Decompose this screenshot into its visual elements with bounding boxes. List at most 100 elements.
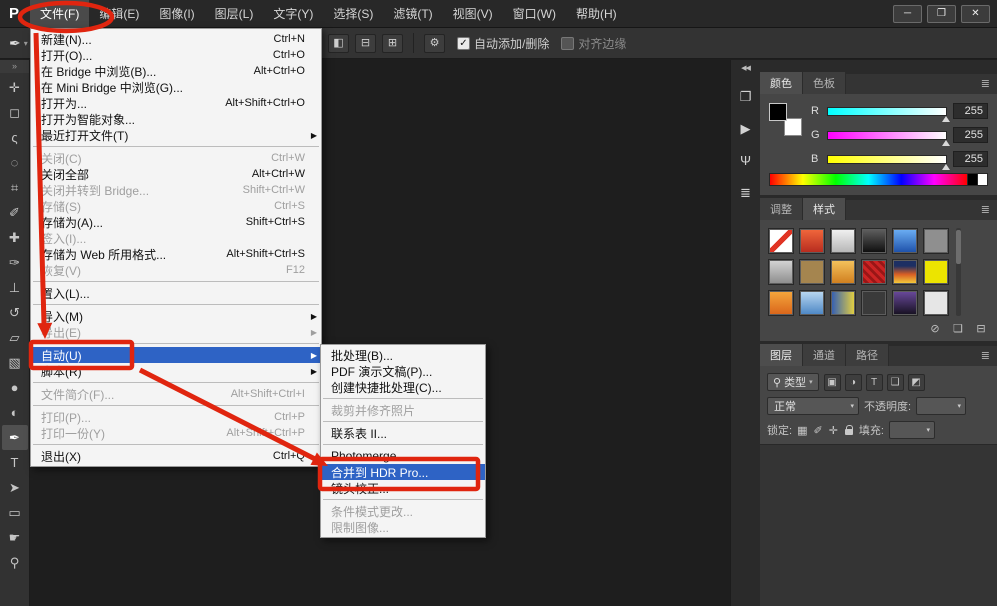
scrollbar-thumb[interactable] bbox=[956, 230, 961, 264]
file-menu-browse-in-mini-bridge[interactable]: 在 Mini Bridge 中浏览(G)... bbox=[31, 79, 321, 95]
tab-paths[interactable]: 路径 bbox=[846, 344, 889, 366]
spectrum-black-swatch[interactable] bbox=[968, 173, 978, 186]
file-menu-import[interactable]: 导入(M) ▶ bbox=[31, 308, 321, 324]
automate-photomerge[interactable]: Photomerge... bbox=[321, 448, 485, 464]
automate-create-droplet[interactable]: 创建快捷批处理(C)... bbox=[321, 379, 485, 395]
channel-value-B[interactable]: 255 bbox=[953, 151, 988, 167]
channel-slider-G[interactable] bbox=[827, 130, 950, 146]
layers-list[interactable] bbox=[760, 444, 997, 606]
file-menu-close-all[interactable]: 关闭全部 Alt+Ctrl+W bbox=[31, 166, 321, 182]
delete-style-icon[interactable]: ⊟ bbox=[974, 322, 988, 335]
filter-shape-layers-icon[interactable]: ❑ bbox=[886, 373, 904, 391]
menubar-item-help[interactable]: 帮助(H) bbox=[566, 0, 627, 28]
tab-styles[interactable]: 样式 bbox=[803, 198, 846, 220]
brush-presets-panel-icon[interactable]: Ψ bbox=[734, 150, 758, 172]
filter-adjustment-layers-icon[interactable]: ◑ bbox=[844, 373, 862, 391]
history-brush-tool[interactable]: ↺ bbox=[2, 300, 28, 325]
automate-batch[interactable]: 批处理(B)... bbox=[321, 347, 485, 363]
path-operations-icon[interactable]: ◧ bbox=[328, 33, 349, 53]
current-tool-icon[interactable]: ✒ bbox=[9, 35, 21, 52]
clone-source-panel-icon[interactable]: ≣ bbox=[734, 182, 758, 204]
style-orange-gradient[interactable] bbox=[768, 290, 794, 316]
fill-dropdown[interactable]: ▾ bbox=[888, 421, 935, 439]
menubar-item-view[interactable]: 视图(V) bbox=[443, 0, 503, 28]
type-tool[interactable]: T bbox=[2, 450, 28, 475]
color-spectrum-ramp[interactable] bbox=[769, 173, 968, 186]
menubar-item-filter[interactable]: 滤镜(T) bbox=[383, 0, 442, 28]
menubar-item-select[interactable]: 选择(S) bbox=[323, 0, 383, 28]
automate-lens-correction[interactable]: 镜头校正... bbox=[321, 480, 485, 496]
automate-contact-sheet[interactable]: 联系表 II... bbox=[321, 425, 485, 441]
path-arrangement-icon[interactable]: ⊞ bbox=[382, 33, 403, 53]
tab-swatches[interactable]: 色板 bbox=[803, 72, 846, 94]
file-menu-open[interactable]: 打开(O)... Ctrl+O bbox=[31, 47, 321, 63]
file-menu-open-recent[interactable]: 最近打开文件(T) ▶ bbox=[31, 127, 321, 143]
close-button[interactable]: ✕ bbox=[961, 4, 990, 23]
file-menu-scripts[interactable]: 脚本(R) ▶ bbox=[31, 363, 321, 379]
style-red-texture[interactable] bbox=[861, 259, 887, 285]
file-menu-browse-in-bridge[interactable]: 在 Bridge 中浏览(B)... Alt+Ctrl+O bbox=[31, 63, 321, 79]
foreground-background-swatches[interactable] bbox=[769, 103, 802, 136]
style-white[interactable] bbox=[923, 290, 949, 316]
style-sky-gradient[interactable] bbox=[799, 290, 825, 316]
hand-tool[interactable]: ☛ bbox=[2, 525, 28, 550]
style-black-glossy[interactable] bbox=[861, 228, 887, 254]
gear-icon[interactable]: ⚙ bbox=[424, 33, 445, 53]
eyedropper-tool[interactable]: ✐ bbox=[2, 200, 28, 225]
file-menu-automate[interactable]: 自动(U) ▶ bbox=[31, 347, 321, 363]
file-menu-exit[interactable]: 退出(X) Ctrl+Q bbox=[31, 448, 321, 464]
slider-thumb-icon[interactable] bbox=[942, 139, 950, 146]
filter-pixel-layers-icon[interactable]: ▣ bbox=[823, 373, 841, 391]
move-tool[interactable]: ✛ bbox=[2, 75, 28, 100]
dodge-tool[interactable]: ◐ bbox=[2, 400, 28, 425]
style-yellow[interactable] bbox=[923, 259, 949, 285]
new-style-icon[interactable]: ❏ bbox=[951, 322, 965, 335]
style-blue-yellow[interactable] bbox=[830, 290, 856, 316]
menubar-item-window[interactable]: 窗口(W) bbox=[503, 0, 566, 28]
lock-pixels-icon[interactable]: ✐ bbox=[813, 424, 822, 437]
panel-menu-icon[interactable]: ≣ bbox=[974, 346, 997, 366]
slider-thumb-icon[interactable] bbox=[942, 115, 950, 122]
expand-panels-icon[interactable]: ◀◀ bbox=[741, 62, 751, 76]
style-sunset[interactable] bbox=[892, 259, 918, 285]
tool-preset-caret-icon[interactable]: ▾ bbox=[24, 39, 28, 48]
lasso-tool[interactable]: ς bbox=[2, 125, 28, 150]
filter-type-layers-icon[interactable]: T bbox=[865, 373, 883, 391]
menubar-item-edit[interactable]: 编辑(E) bbox=[89, 0, 149, 28]
pen-tool[interactable]: ✒ bbox=[1, 425, 28, 450]
opacity-dropdown[interactable]: ▾ bbox=[916, 397, 967, 415]
minimize-button[interactable]: ─ bbox=[893, 4, 922, 23]
style-purple-dark[interactable] bbox=[892, 290, 918, 316]
style-gold[interactable] bbox=[830, 259, 856, 285]
style-dark-texture[interactable] bbox=[861, 290, 887, 316]
actions-panel-icon[interactable]: ▶ bbox=[734, 118, 758, 140]
style-red-gradient[interactable] bbox=[799, 228, 825, 254]
file-menu-save-as[interactable]: 存储为(A)... Shift+Ctrl+S bbox=[31, 214, 321, 230]
panel-menu-icon[interactable]: ≣ bbox=[974, 200, 997, 220]
tab-color[interactable]: 颜色 bbox=[760, 72, 803, 94]
shape-tool[interactable]: ▭ bbox=[2, 500, 28, 525]
channel-value-R[interactable]: 255 bbox=[953, 103, 988, 119]
path-alignment-icon[interactable]: ⊟ bbox=[355, 33, 376, 53]
file-menu-open-as-smart-object[interactable]: 打开为智能对象... bbox=[31, 111, 321, 127]
auto-add-delete-option[interactable]: ✓ 自动添加/删除 bbox=[457, 35, 549, 52]
blend-mode-dropdown[interactable]: 正常 ▾ bbox=[767, 397, 859, 415]
style-silver-bevel[interactable] bbox=[830, 228, 856, 254]
style-silver-gradient[interactable] bbox=[768, 259, 794, 285]
style-gray-flat[interactable] bbox=[923, 228, 949, 254]
menubar-item-image[interactable]: 图像(I) bbox=[149, 0, 204, 28]
tab-adjustments[interactable]: 调整 bbox=[760, 198, 803, 220]
mini-bridge-panel-icon[interactable]: ❐ bbox=[734, 86, 758, 108]
channel-value-G[interactable]: 255 bbox=[953, 127, 988, 143]
zoom-tool[interactable]: ⚲ bbox=[2, 550, 28, 575]
file-menu-open-as[interactable]: 打开为... Alt+Shift+Ctrl+O bbox=[31, 95, 321, 111]
restore-button[interactable]: ❐ bbox=[927, 4, 956, 23]
healing-brush-tool[interactable]: ✚ bbox=[2, 225, 28, 250]
filter-smart-objects-icon[interactable]: ◩ bbox=[907, 373, 925, 391]
lock-all-icon[interactable] bbox=[844, 424, 854, 436]
channel-slider-R[interactable] bbox=[827, 106, 950, 122]
auto-add-delete-checkbox[interactable]: ✓ bbox=[457, 36, 470, 50]
quick-selection-tool[interactable]: ◌ bbox=[2, 150, 28, 175]
align-edges-checkbox[interactable] bbox=[561, 36, 575, 50]
file-menu-new[interactable]: 新建(N)... Ctrl+N bbox=[31, 31, 321, 47]
